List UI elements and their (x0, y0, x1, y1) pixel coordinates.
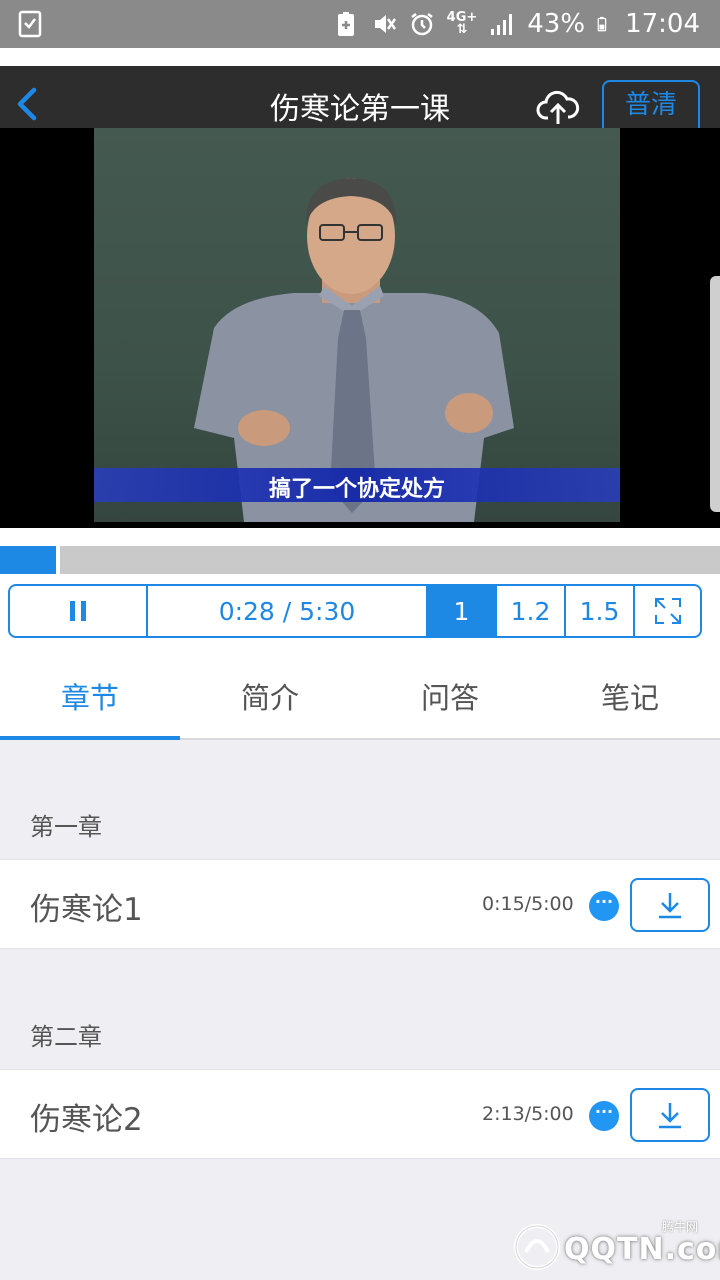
tab-notes[interactable]: 笔记 (540, 658, 720, 738)
watermark-text: QQTN.com (564, 1232, 720, 1267)
side-scroll-handle[interactable] (710, 276, 720, 512)
watermark-logo-icon (514, 1224, 560, 1270)
status-bar: 4G+ ⇅ 43% 17:04 (0, 0, 720, 48)
speed-option-1-5[interactable]: 1.5 (566, 586, 635, 636)
more-button[interactable]: ··· (589, 891, 619, 921)
battery-saver-icon (337, 12, 354, 36)
alarm-icon (410, 13, 433, 36)
download-icon (659, 1103, 681, 1129)
playback-controls: 0:28 / 5:30 1 1.2 1.5 (8, 584, 702, 638)
more-button[interactable]: ··· (589, 1101, 619, 1131)
clock: 17:04 (625, 9, 700, 39)
status-gap (0, 48, 720, 66)
quality-button[interactable]: 普清 (602, 80, 700, 132)
fullscreen-button[interactable] (635, 586, 700, 636)
watermark-small-text: 腾牛网 (662, 1220, 699, 1234)
video-player[interactable]: 搞了一个协定处方 (0, 128, 720, 528)
video-subtitle: 搞了一个协定处方 (268, 477, 445, 502)
speed-option-1-2[interactable]: 1.2 (497, 586, 566, 636)
lesson-title: 伤寒论2 (30, 1102, 143, 1138)
tab-intro[interactable]: 简介 (180, 658, 360, 738)
battery-percent: 43% (527, 9, 586, 39)
speed-option-1[interactable]: 1 (428, 586, 497, 636)
lesson-row[interactable]: 伤寒论1 0:15/5:00 ··· (0, 859, 720, 949)
fullscreen-icon (654, 598, 681, 624)
mute-icon (374, 15, 396, 33)
download-icon (659, 893, 681, 919)
title-bar: 伤寒论第一课 普清 (0, 66, 720, 132)
progress-thumb[interactable] (56, 546, 60, 574)
player-controls-area: 0:28 / 5:30 1 1.2 1.5 (0, 528, 720, 658)
pause-button[interactable] (10, 586, 148, 636)
lesson-row[interactable]: 伤寒论2 2:13/5:00 ··· (0, 1069, 720, 1159)
video-frame: 搞了一个协定处方 (94, 128, 620, 522)
chapter-title: 第二章 (30, 1023, 102, 1051)
lecturer-figure (194, 178, 514, 522)
chapter-title: 第一章 (30, 813, 102, 841)
lesson-progress: 0:15/5:00 (482, 893, 574, 915)
download-button[interactable] (630, 1088, 710, 1142)
pause-icon (70, 601, 86, 621)
watermark: QQTN.com 腾牛网 (512, 1218, 720, 1274)
data-arrows-icon: ⇅ (456, 22, 468, 37)
time-display: 0:28 / 5:30 (148, 586, 428, 636)
progress-track[interactable] (60, 546, 720, 574)
cloud-upload-icon[interactable] (536, 88, 580, 126)
network-type: 4G+ ⇅ (446, 10, 478, 37)
tab-bar: 章节 简介 问答 笔记 (0, 658, 720, 740)
tab-qa[interactable]: 问答 (360, 658, 540, 738)
download-button[interactable] (630, 878, 710, 932)
progress-fill[interactable] (0, 546, 56, 574)
lesson-progress: 2:13/5:00 (482, 1103, 574, 1125)
notification-icon (18, 10, 42, 38)
tab-chapters[interactable]: 章节 (0, 658, 180, 740)
signal-icon (491, 14, 513, 35)
lesson-title: 伤寒论1 (30, 892, 143, 928)
battery-icon (597, 16, 607, 32)
